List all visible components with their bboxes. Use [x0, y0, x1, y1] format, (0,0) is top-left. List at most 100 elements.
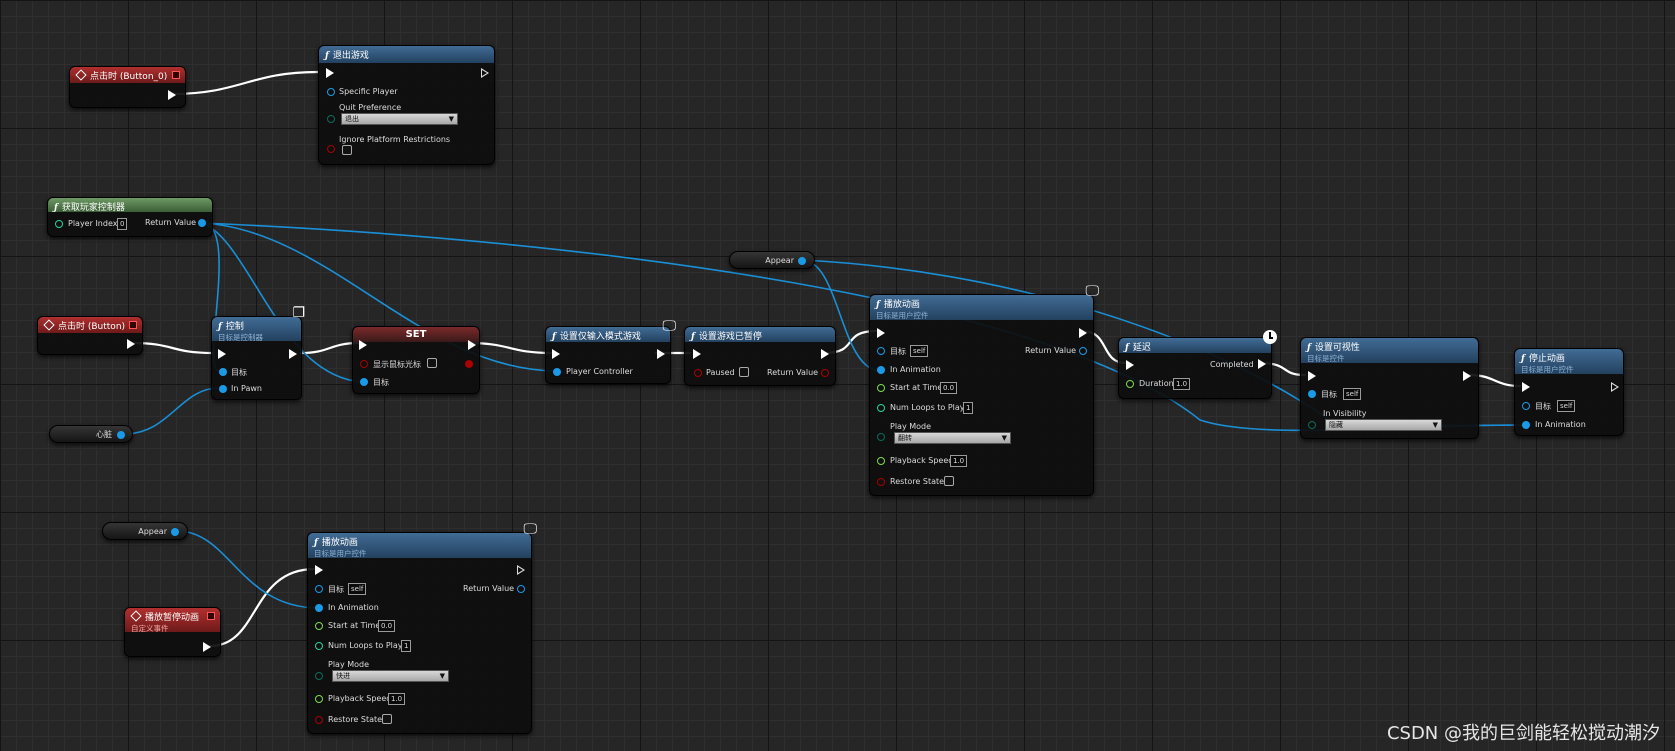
xinzang-out-pin[interactable]: [117, 431, 125, 439]
show-cursor-checkbox[interactable]: [427, 358, 437, 368]
restore-state-checkbox[interactable]: [382, 714, 392, 724]
target-input[interactable]: self: [348, 583, 367, 595]
set-show-cursor-node[interactable]: SET 显示鼠标光标 目标: [352, 326, 480, 394]
exec-in-pin[interactable]: [1522, 382, 1530, 392]
restore-state-pin[interactable]: [315, 716, 323, 724]
quit-game-node[interactable]: ƒ 退出游戏 Specific Player Quit Preference 退出…: [318, 45, 495, 165]
return-value-pin[interactable]: [198, 219, 206, 227]
start-at-time-pin[interactable]: [315, 622, 323, 630]
player-controller-pin[interactable]: [553, 368, 561, 376]
exec-out-pin[interactable]: [168, 90, 176, 100]
possess-node[interactable]: ƒ 控制 目标是控制器 ❐ 目标 In Pawn: [211, 305, 305, 400]
playback-speed-input[interactable]: 1.0: [950, 455, 968, 467]
playback-speed-pin[interactable]: [315, 695, 323, 703]
exec-in-pin[interactable]: [693, 349, 701, 359]
exec-out-pin[interactable]: [821, 349, 829, 359]
appear-variable-node-top[interactable]: Appear: [729, 251, 815, 269]
playback-speed-pin[interactable]: [877, 457, 885, 465]
stop-animation-node[interactable]: ƒ 停止动画 目标是用户控件 目标 self In Animation: [1514, 348, 1624, 436]
player-index-input[interactable]: 0: [117, 218, 128, 230]
on-clicked-button0-node[interactable]: 点击时 (Button_0): [69, 66, 186, 108]
set-visibility-node[interactable]: ƒ 设置可视性 目标是控件 目标 self In Visibility 隐藏 ▼: [1300, 337, 1479, 439]
exec-out-pin[interactable]: [203, 642, 211, 652]
play-mode-pin[interactable]: [877, 433, 885, 441]
in-animation-pin[interactable]: [315, 604, 323, 612]
exec-out-pin[interactable]: [517, 565, 525, 575]
completed-exec-pin[interactable]: [1258, 359, 1266, 369]
restore-state-checkbox[interactable]: [944, 476, 954, 486]
exec-in-pin[interactable]: [877, 328, 885, 338]
exec-in-pin[interactable]: [218, 349, 226, 359]
play-mode-pin[interactable]: [315, 672, 323, 680]
exec-out-pin[interactable]: [1079, 328, 1087, 338]
duration-pin[interactable]: [1126, 380, 1134, 388]
delegate-pin-icon[interactable]: [172, 71, 180, 79]
start-at-time-input[interactable]: 0.0: [378, 620, 396, 632]
target-pin[interactable]: [1522, 402, 1530, 410]
in-visibility-dropdown[interactable]: 隐藏 ▼: [1325, 419, 1442, 431]
target-input[interactable]: self: [1557, 400, 1576, 412]
return-value-pin[interactable]: [1079, 347, 1087, 355]
in-pawn-pin[interactable]: [219, 385, 227, 393]
exec-in-pin[interactable]: [359, 340, 367, 350]
specific-player-pin[interactable]: [327, 88, 335, 96]
return-value-pin[interactable]: [821, 369, 829, 377]
appear-out-pin[interactable]: [171, 528, 179, 536]
exec-out-pin[interactable]: [657, 349, 665, 359]
on-clicked-button-node[interactable]: 点击时 (Button): [37, 316, 143, 355]
delay-node[interactable]: ƒ 延迟 Completed Duration 1.0: [1118, 330, 1277, 399]
player-index-pin[interactable]: [55, 220, 63, 228]
in-animation-pin[interactable]: [877, 366, 885, 374]
ignore-platform-pin[interactable]: [327, 145, 335, 153]
exec-in-pin[interactable]: [1308, 371, 1316, 381]
target-input[interactable]: self: [1343, 388, 1362, 400]
delegate-pin-icon[interactable]: [207, 612, 215, 620]
get-player-controller-node[interactable]: ƒ 获取玩家控制器 Player Index 0 Return Value: [47, 197, 213, 237]
appear-out-pin[interactable]: [798, 257, 806, 265]
return-value-pin[interactable]: [517, 585, 525, 593]
play-animation-node-reverse[interactable]: ƒ 播放动画 目标是用户控件 🖵 目标 self Return Value In …: [869, 283, 1099, 496]
exec-in-pin[interactable]: [552, 349, 560, 359]
target-pin[interactable]: [219, 368, 227, 376]
target-pin[interactable]: [877, 347, 885, 355]
quit-preference-dropdown[interactable]: 退出 ▼: [341, 113, 458, 125]
set-input-mode-game-node[interactable]: ƒ 设置仅输入模式游戏 🖵 Player Controller: [545, 318, 676, 384]
num-loops-input[interactable]: 1: [963, 402, 974, 414]
start-at-time-input[interactable]: 0.0: [940, 382, 958, 394]
quit-preference-pin[interactable]: [327, 115, 335, 123]
target-pin[interactable]: [360, 378, 368, 386]
exec-in-pin[interactable]: [326, 68, 334, 78]
play-mode-dropdown[interactable]: 翻转 ▼: [894, 432, 1011, 444]
num-loops-pin[interactable]: [315, 642, 323, 650]
exec-out-pin[interactable]: [1611, 382, 1619, 392]
start-at-time-pin[interactable]: [877, 384, 885, 392]
paused-pin[interactable]: [694, 369, 702, 377]
show-cursor-out-pin[interactable]: [465, 360, 473, 368]
exec-in-pin[interactable]: [315, 565, 323, 575]
custom-event-node[interactable]: 播放暂停动画 自定义事件: [124, 607, 221, 657]
num-loops-input[interactable]: 1: [401, 640, 412, 652]
show-cursor-pin[interactable]: [360, 360, 368, 368]
play-mode-dropdown[interactable]: 快进 ▼: [332, 670, 449, 682]
duration-input[interactable]: 1.0: [1173, 378, 1191, 390]
playback-speed-input[interactable]: 1.0: [388, 693, 406, 705]
exec-out-pin[interactable]: [289, 349, 297, 359]
target-input[interactable]: self: [910, 345, 929, 357]
restore-state-pin[interactable]: [877, 478, 885, 486]
play-animation-node-forward[interactable]: ƒ 播放动画 目标是用户控件 🖵 目标 self Return Value In …: [307, 521, 537, 734]
target-pin[interactable]: [315, 585, 323, 593]
target-pin[interactable]: [1308, 390, 1316, 398]
exec-out-pin[interactable]: [481, 68, 489, 78]
ignore-platform-checkbox[interactable]: [342, 145, 352, 155]
exec-in-pin[interactable]: [1126, 360, 1134, 370]
in-visibility-pin[interactable]: [1308, 421, 1316, 429]
in-animation-pin[interactable]: [1522, 421, 1530, 429]
exec-out-pin[interactable]: [127, 339, 135, 349]
appear-variable-node-bottom[interactable]: Appear: [102, 522, 188, 540]
set-game-paused-node[interactable]: ƒ 设置游戏已暂停 Paused Return Value: [684, 326, 836, 386]
exec-out-pin[interactable]: [1463, 371, 1471, 381]
paused-checkbox[interactable]: [739, 367, 749, 377]
xinzang-variable-node[interactable]: 心脏: [49, 425, 133, 443]
exec-out-pin[interactable]: [468, 340, 476, 350]
num-loops-pin[interactable]: [877, 404, 885, 412]
